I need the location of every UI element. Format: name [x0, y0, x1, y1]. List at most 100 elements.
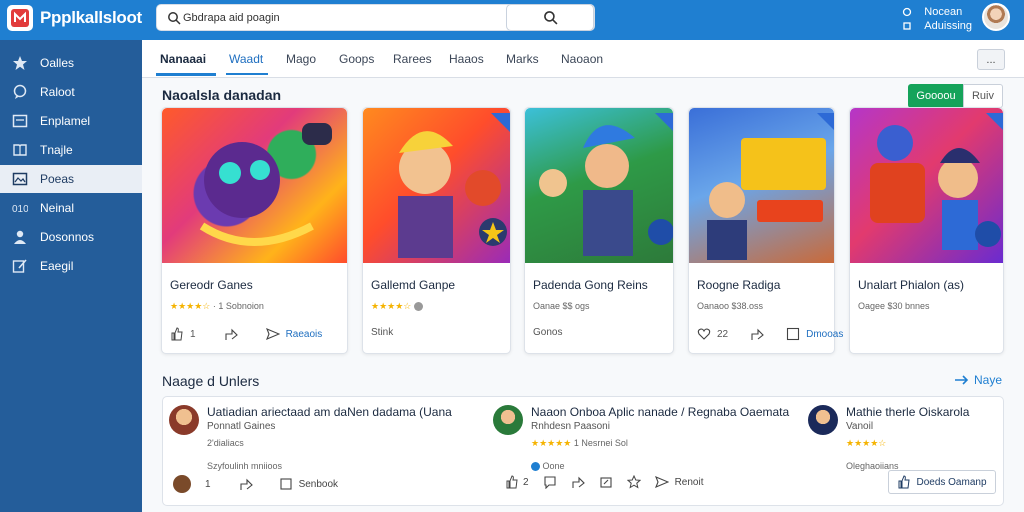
sidebar-item-enplamel[interactable]: Enplamel	[0, 107, 142, 135]
sidebar-item-neinal[interactable]: 010 Neinal	[0, 194, 142, 222]
tab-waadt[interactable]: Waadt	[229, 52, 263, 66]
game-title[interactable]: Padenda Gong Reins	[533, 278, 648, 292]
game-thumbnail	[363, 108, 510, 263]
more-options-button[interactable]: ...	[977, 49, 1005, 70]
sidebar-item-label: Poeas	[40, 172, 75, 186]
entry-title[interactable]: Mathie therle Oiskarola	[846, 405, 969, 419]
entry-subtitle: Ponnatl Gaines	[207, 421, 276, 432]
entry-title[interactable]: Uatiadian ariectaad am daNen dadama (Uan…	[207, 405, 452, 419]
game-title[interactable]: Unalart Phialon (as)	[858, 278, 964, 292]
app-brand: Ppplkallsloot	[40, 8, 142, 27]
view-more-label: Naye	[974, 373, 1003, 387]
sidebar-item-label: Oalles	[40, 56, 75, 70]
entry-rating: ★★★★★ 1 Nesrnei Sol	[531, 438, 628, 449]
entry-title[interactable]: Naaon Onboa Aplic nanade / Regnaba Oaema…	[531, 405, 789, 419]
game-meta: Oanaoo $38.oss	[697, 301, 764, 311]
tab-marks[interactable]: Marks	[506, 52, 539, 66]
list-panel: Uatiadian ariectaad am daNen dadama (Uan…	[162, 396, 1004, 506]
featured-primary-button[interactable]: Goooou	[908, 84, 964, 108]
share-icon[interactable]	[571, 475, 585, 489]
arrow-right-icon	[955, 375, 969, 385]
rating-text: 1 Sobnoion	[218, 301, 264, 311]
entry-action-label: Doeds Oamanp	[916, 476, 987, 488]
game-title[interactable]: Roogne Radiga	[697, 278, 780, 292]
entry-subtitle: Rnhdesn Paasoni	[531, 421, 610, 432]
top-bar: Ppplkallsloot Nocean Aduissing	[0, 0, 1024, 40]
game-title[interactable]: Gallemd Ganpe	[371, 278, 455, 292]
game-thumbnail	[525, 108, 673, 263]
card-link[interactable]: Dmooas	[806, 329, 843, 340]
comment-icon[interactable]	[543, 475, 557, 489]
entry-footer: 1 Senbook	[173, 475, 338, 493]
edit-icon	[12, 258, 28, 274]
chat-icon	[12, 84, 28, 100]
sidebar-item-dosonnos[interactable]: Dosonnos	[0, 223, 142, 251]
rating-text: 1 Nesrnei Sol	[573, 438, 628, 448]
account-status[interactable]: Nocean Aduissing	[902, 5, 972, 33]
game-meta: Oagee $30 bnnes	[858, 301, 930, 311]
game-title[interactable]: Gereodr Ganes	[170, 278, 253, 292]
thumbs-up-icon[interactable]	[170, 327, 184, 341]
rating-stars: ★★★★☆	[846, 438, 887, 448]
thumbs-up-icon[interactable]	[505, 475, 519, 489]
sidebar-item-oalles[interactable]: Oalles	[0, 49, 142, 77]
sidebar: Oalles Raloot Enplamel Tnajle Poeas 010 …	[0, 40, 142, 512]
entry-count: 2	[523, 476, 529, 488]
share-icon[interactable]	[239, 477, 253, 491]
user-avatar[interactable]	[982, 3, 1010, 31]
tab-mago[interactable]: Mago	[286, 52, 316, 66]
tab-naoaon[interactable]: Naoaon	[561, 52, 603, 66]
secondary-tab-indicator	[226, 73, 268, 75]
verified-icon	[531, 462, 540, 472]
heart-icon[interactable]	[697, 327, 711, 341]
card-link[interactable]: Raeaois	[286, 329, 323, 340]
search-button[interactable]	[506, 4, 594, 31]
entry-meta: Szyfoulinh mniioos	[207, 461, 283, 471]
search-input[interactable]	[183, 9, 503, 27]
bookmark-icon[interactable]	[279, 477, 293, 491]
game-card[interactable]: Padenda Gong Reins Oanae $$ ogs Gonos	[524, 107, 674, 354]
entry-footer: 2 Renoit	[505, 475, 703, 489]
card-footer-text: Gonos	[533, 327, 563, 338]
game-meta: ★★★★☆ · 1 Sobnoion	[170, 301, 264, 311]
entry-link[interactable]: Renoit	[675, 477, 704, 488]
repost-icon[interactable]	[599, 475, 613, 489]
entry-link[interactable]: Senbook	[299, 479, 338, 490]
tab-nanaaai[interactable]: Nanaaai	[160, 52, 206, 66]
power-icon	[903, 7, 912, 17]
game-card[interactable]: Roogne Radiga Oanaoo $38.oss 22 Dmooas	[688, 107, 843, 354]
card-footer: Gonos	[533, 327, 562, 338]
thumbs-up-icon	[898, 475, 911, 489]
sidebar-item-tnajle[interactable]: Tnajle	[0, 136, 142, 164]
main-content: Nanaaai Waadt Mago Goops Rarees Haaos Ma…	[142, 40, 1024, 512]
featured-secondary-button[interactable]: Ruiv	[963, 84, 1003, 108]
tab-rarees[interactable]: Rarees	[393, 52, 432, 66]
send-icon[interactable]	[654, 475, 669, 489]
game-card[interactable]: Gallemd Ganpe ★★★★☆ Stink	[362, 107, 511, 354]
sidebar-item-raloot[interactable]: Raloot	[0, 78, 142, 106]
sidebar-item-poeas[interactable]: Poeas	[0, 165, 142, 193]
view-more-link[interactable]: Naye	[954, 373, 1002, 387]
checkbox-icon[interactable]	[786, 327, 800, 341]
send-icon[interactable]	[265, 327, 280, 341]
rating-stars: ★★★★☆	[170, 301, 211, 311]
share-icon[interactable]	[750, 327, 764, 341]
entry-subtitle[interactable]: Vanoil	[846, 421, 873, 432]
entry-avatar	[169, 405, 199, 435]
app-logo-icon[interactable]	[7, 5, 33, 31]
code-icon: 010	[12, 200, 28, 216]
game-card[interactable]: Gereodr Ganes ★★★★☆ · 1 Sobnoion 1 Raeao…	[161, 107, 348, 354]
account-line-1: Nocean	[924, 6, 963, 18]
entry-count: 1	[205, 478, 211, 490]
tab-goops[interactable]: Goops	[339, 52, 374, 66]
entry-action-button[interactable]: Doeds Oamanp	[888, 470, 996, 494]
entry-avatar	[808, 405, 838, 435]
tab-haaos[interactable]: Haaos	[449, 52, 484, 66]
info-icon[interactable]	[413, 302, 423, 312]
share-icon[interactable]	[224, 327, 238, 341]
game-thumbnail	[689, 108, 834, 263]
game-card[interactable]: Unalart Phialon (as) Oagee $30 bnnes	[849, 107, 1004, 354]
rating-stars: ★★★★☆	[371, 301, 412, 311]
star-outline-icon[interactable]	[626, 475, 641, 489]
sidebar-item-eaegil[interactable]: Eaegil	[0, 252, 142, 280]
